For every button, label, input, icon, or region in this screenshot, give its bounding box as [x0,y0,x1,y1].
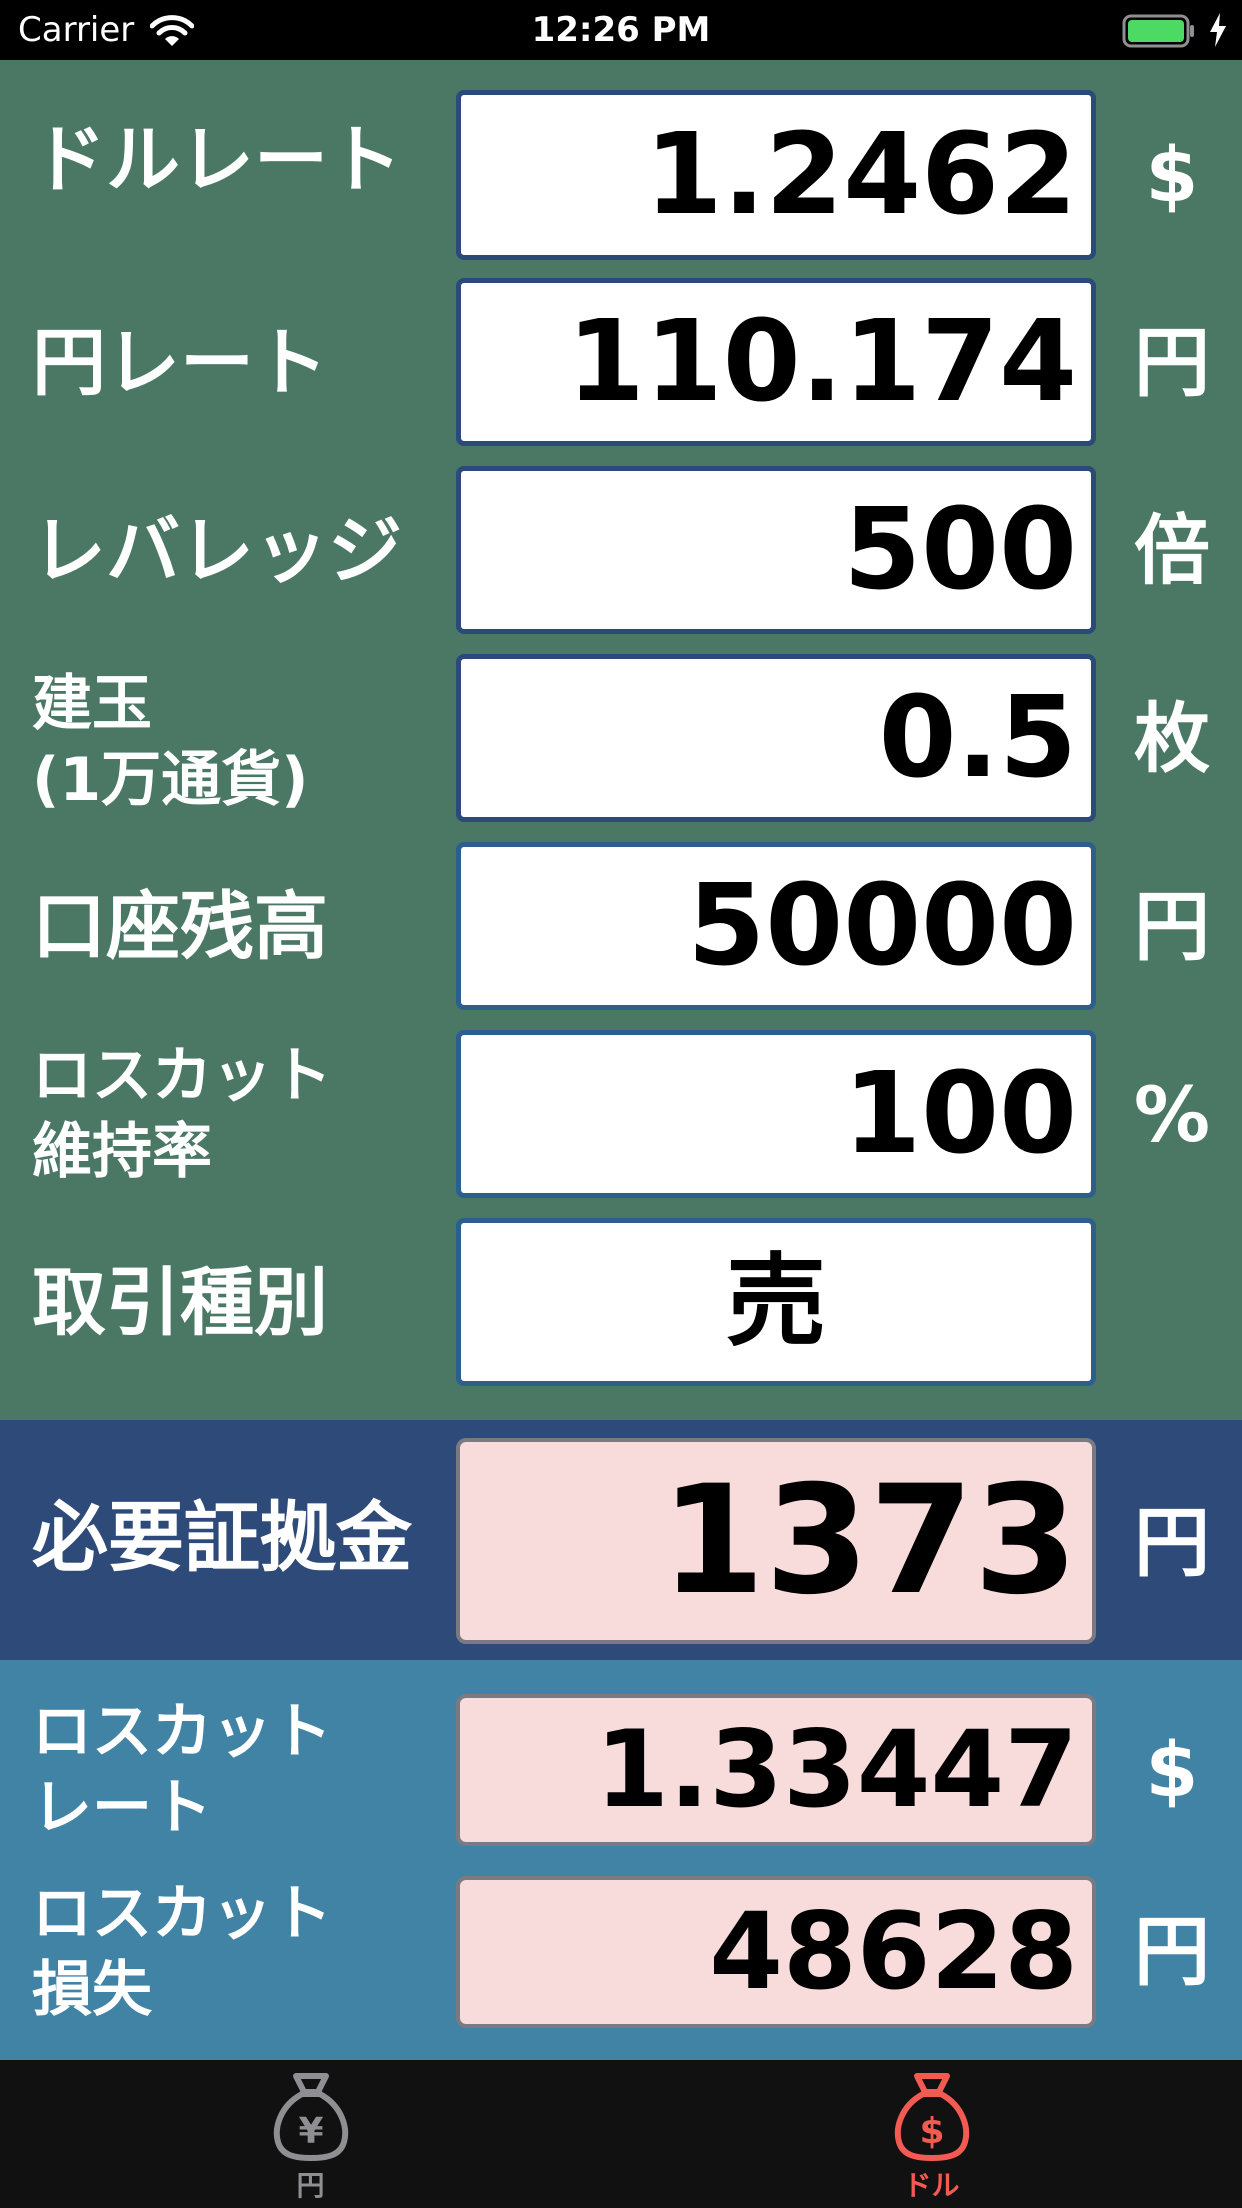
losscut-result-section: ロスカット レート 1.33447 $ ロスカット 損失 48628 円 [0,1660,1242,2060]
tab-bar: ¥ 円 $ ドル [0,2060,1242,2208]
losscut-loss-value: 48628 [456,1876,1096,2028]
leverage-input[interactable]: 500 [456,466,1096,634]
losscut-ratio-unit: % [1133,1070,1211,1159]
losscut-rate-value: 1.33447 [456,1694,1096,1846]
account-balance-unit: 円 [1134,882,1210,971]
svg-text:¥: ¥ [298,2111,323,2152]
leverage-unit: 倍 [1134,506,1210,595]
required-margin-section: 必要証拠金 1373 円 [0,1420,1242,1660]
losscut-loss-label-line1: ロスカット [32,1879,332,1949]
account-balance-input[interactable]: 50000 [456,842,1096,1010]
account-balance-label: 口座残高 [32,884,328,970]
losscut-ratio-label: ロスカット 維持率 [32,1038,332,1190]
losscut-loss-label: ロスカット 損失 [32,1876,332,2028]
position-unit: 枚 [1134,694,1210,783]
trade-type-label: 取引種別 [32,1260,328,1346]
required-margin-label: 必要証拠金 [32,1493,412,1582]
tab-dollar-label: ドル [903,2169,960,2202]
yen-rate-unit: 円 [1134,318,1210,407]
dollar-rate-unit: $ [1145,130,1199,219]
losscut-loss-label-line2: 損失 [32,1955,152,2025]
trade-type-selector[interactable]: 売 [456,1218,1096,1386]
dollar-rate-input[interactable]: 1.2462 [456,90,1096,260]
losscut-rate-label-line1: ロスカット [32,1697,332,1767]
position-label: 建玉 (1万通貨) [32,666,309,818]
dollar-money-bag-icon: $ [894,2073,970,2161]
charging-bolt-icon [1210,13,1226,47]
position-input[interactable]: 0.5 [456,654,1096,822]
losscut-rate-unit: $ [1145,1725,1199,1814]
losscut-ratio-label-line2: 維持率 [32,1117,212,1187]
status-bar: Carrier 12:26 PM [0,0,1242,60]
svg-text:$: $ [919,2111,944,2152]
losscut-ratio-label-line1: ロスカット [32,1041,332,1111]
battery-icon [1122,14,1194,48]
yen-rate-input[interactable]: 110.174 [456,278,1096,446]
tab-yen-label: 円 [296,2169,325,2202]
losscut-rate-label: ロスカット レート [32,1694,332,1846]
input-section: ドルレート 1.2462 $ 円レート 110.174 円 レバレッジ 500 … [0,60,1242,1420]
yen-rate-label: 円レート [32,320,328,406]
losscut-loss-unit: 円 [1134,1907,1210,1996]
position-label-line2: (1万通貨) [32,745,309,815]
losscut-rate-label-line2: レート [32,1773,212,1843]
dollar-rate-label: ドルレート [32,117,402,203]
tab-dollar[interactable]: $ ドル [621,2060,1242,2208]
tab-yen[interactable]: ¥ 円 [0,2060,621,2208]
yen-money-bag-icon: ¥ [273,2073,349,2161]
status-time: 12:26 PM [531,10,711,50]
required-margin-value: 1373 [456,1438,1096,1644]
losscut-ratio-input[interactable]: 100 [456,1030,1096,1198]
leverage-label: レバレッジ [32,508,402,594]
position-label-line1: 建玉 [32,669,152,739]
required-margin-unit: 円 [1134,1498,1210,1587]
